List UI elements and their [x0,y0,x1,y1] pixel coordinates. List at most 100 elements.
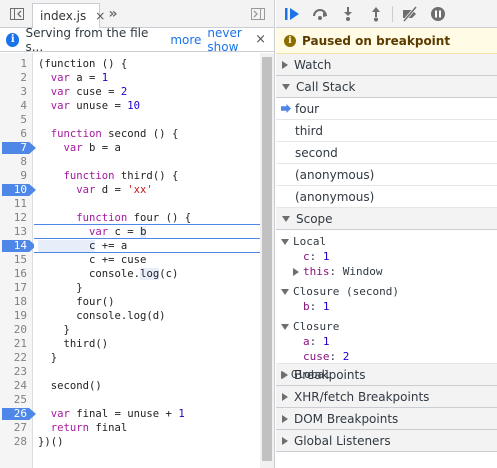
line-number[interactable]: 18 [0,295,33,309]
code-line[interactable]: four() [38,295,114,309]
line-number[interactable]: 7 [0,141,33,155]
sources-editor-pane: index.js × » i Serving from the file s..… [0,0,275,468]
line-number[interactable]: 10 [0,183,33,197]
code-line[interactable]: var cuse = 2 [38,85,128,99]
section-title: Breakpoints [294,367,366,382]
close-icon[interactable]: × [255,32,266,47]
editor-scrollbar[interactable] [260,53,274,468]
code-line[interactable]: } [38,281,82,295]
scope-property[interactable]: b: 1 [276,300,497,314]
code-line[interactable]: c += a [38,239,127,253]
more-tabs-icon[interactable]: » [104,5,122,23]
line-number[interactable]: 11 [0,197,33,211]
code-line[interactable]: function third() { [38,169,179,183]
call-frame[interactable]: second [276,142,497,164]
code-line[interactable]: var c = b [38,225,147,239]
watch-section-header[interactable]: Watch [276,54,497,76]
line-number[interactable]: 8 [0,155,33,169]
scope-closure[interactable]: Closure [276,320,497,334]
code-line[interactable]: c += cuse [38,253,146,267]
expand-arrow-icon [293,268,299,276]
separator: : [329,265,343,278]
breakpoints-section-header[interactable]: Breakpoints [276,364,497,386]
code-line[interactable]: (function () { [38,57,127,71]
xhr-breakpoints-section-header[interactable]: XHR/fetch Breakpoints [276,386,497,408]
call-frame[interactable]: (anonymous) [276,186,497,208]
call-frame[interactable]: four [276,98,497,120]
scope-property[interactable]: this: Window [276,265,497,279]
scope-property[interactable]: c: 1 [276,250,497,264]
scope-local[interactable]: Local [276,235,497,249]
line-number[interactable]: 6 [0,127,33,141]
toggle-debugger-icon[interactable] [249,5,267,23]
property-value: Window [342,265,383,278]
code-line[interactable]: return final [38,421,128,435]
code-line[interactable]: second() [38,379,102,393]
call-frame[interactable]: third [276,120,497,142]
line-number[interactable]: 25 [0,393,33,407]
code-line[interactable]: function four () { [38,211,191,225]
scope-property[interactable]: cuse: 2 [276,350,497,364]
line-number[interactable]: 20 [0,323,33,337]
step-out-icon[interactable] [366,4,386,24]
code-line[interactable]: var a = 1 [38,71,108,85]
code-line[interactable]: var b = a [38,141,121,155]
line-number[interactable]: 15 [0,253,33,267]
line-number[interactable]: 24 [0,379,33,393]
frame-name: second [295,145,338,160]
pause-on-exceptions-icon[interactable] [428,4,448,24]
line-number[interactable]: 1 [0,57,33,71]
code-line[interactable]: var final = unuse + 1 [38,407,185,421]
step-into-icon[interactable] [338,4,358,24]
line-number[interactable]: 3 [0,85,33,99]
tab-index-js[interactable]: index.js × [32,3,105,28]
line-number[interactable]: 13 [0,225,33,239]
line-number[interactable]: 23 [0,365,33,379]
resume-icon[interactable] [282,4,302,24]
code-line[interactable]: var d = 'xx' [38,183,153,197]
scope-property[interactable]: a: 1 [276,335,497,349]
global-listeners-section-header[interactable]: Global Listeners [276,430,497,452]
collapse-arrow-icon [281,289,289,295]
code-area[interactable]: (function () { var a = 1 var cuse = 2 va… [34,53,260,468]
code-line[interactable]: console.log(d) [38,309,165,323]
call-frame[interactable]: (anonymous) [276,164,497,186]
code-editor[interactable]: 1 2 3 4 5 6 7 8 9 10 11 12 13 14 15 16 17 18 19 20 21 22 23 24 2… [0,53,274,468]
scroll-thumb[interactable] [262,57,272,461]
frame-name: four [295,101,320,116]
more-link[interactable]: more [170,33,201,47]
code-line[interactable]: } [38,323,70,337]
code-line[interactable]: } [38,351,57,365]
line-gutter[interactable]: 1 2 3 4 5 6 7 8 9 10 11 12 13 14 15 16 17 18 19 20 21 22 23 24 2… [0,53,36,468]
line-number[interactable]: 22 [0,351,33,365]
toggle-navigator-icon[interactable] [8,5,26,23]
scope-closure-second[interactable]: Closure (second) [276,285,497,299]
line-number[interactable]: 19 [0,309,33,323]
scope-label: Local [293,235,327,248]
line-number[interactable]: 14 [0,239,33,253]
step-over-icon[interactable] [310,4,330,24]
line-number[interactable]: 9 [0,169,33,183]
info-bar: i Serving from the file s... more never … [0,26,274,54]
line-number[interactable]: 5 [0,113,33,127]
line-number[interactable]: 21 [0,337,33,351]
dom-breakpoints-section-header[interactable]: DOM Breakpoints [276,408,497,430]
deactivate-breakpoints-icon[interactable] [400,4,420,24]
line-number[interactable]: 17 [0,281,33,295]
code-line[interactable]: })() [38,435,64,449]
line-number[interactable]: 26 [0,407,33,421]
line-number[interactable]: 12 [0,211,33,225]
code-line[interactable]: console.log(c) [38,267,178,281]
call-stack-section-header[interactable]: Call Stack [276,76,497,98]
code-line[interactable]: function second () { [38,127,179,141]
line-number[interactable]: 27 [0,421,33,435]
line-number[interactable]: 4 [0,99,33,113]
section-title: XHR/fetch Breakpoints [294,389,430,404]
line-number[interactable]: 2 [0,71,33,85]
line-number[interactable]: 28 [0,435,33,449]
scope-section-header[interactable]: Scope [276,208,497,230]
code-line[interactable]: var unuse = 10 [38,99,140,113]
line-number[interactable]: 16 [0,267,33,281]
frame-name: (anonymous) [295,167,375,182]
code-line[interactable]: third() [38,337,109,351]
